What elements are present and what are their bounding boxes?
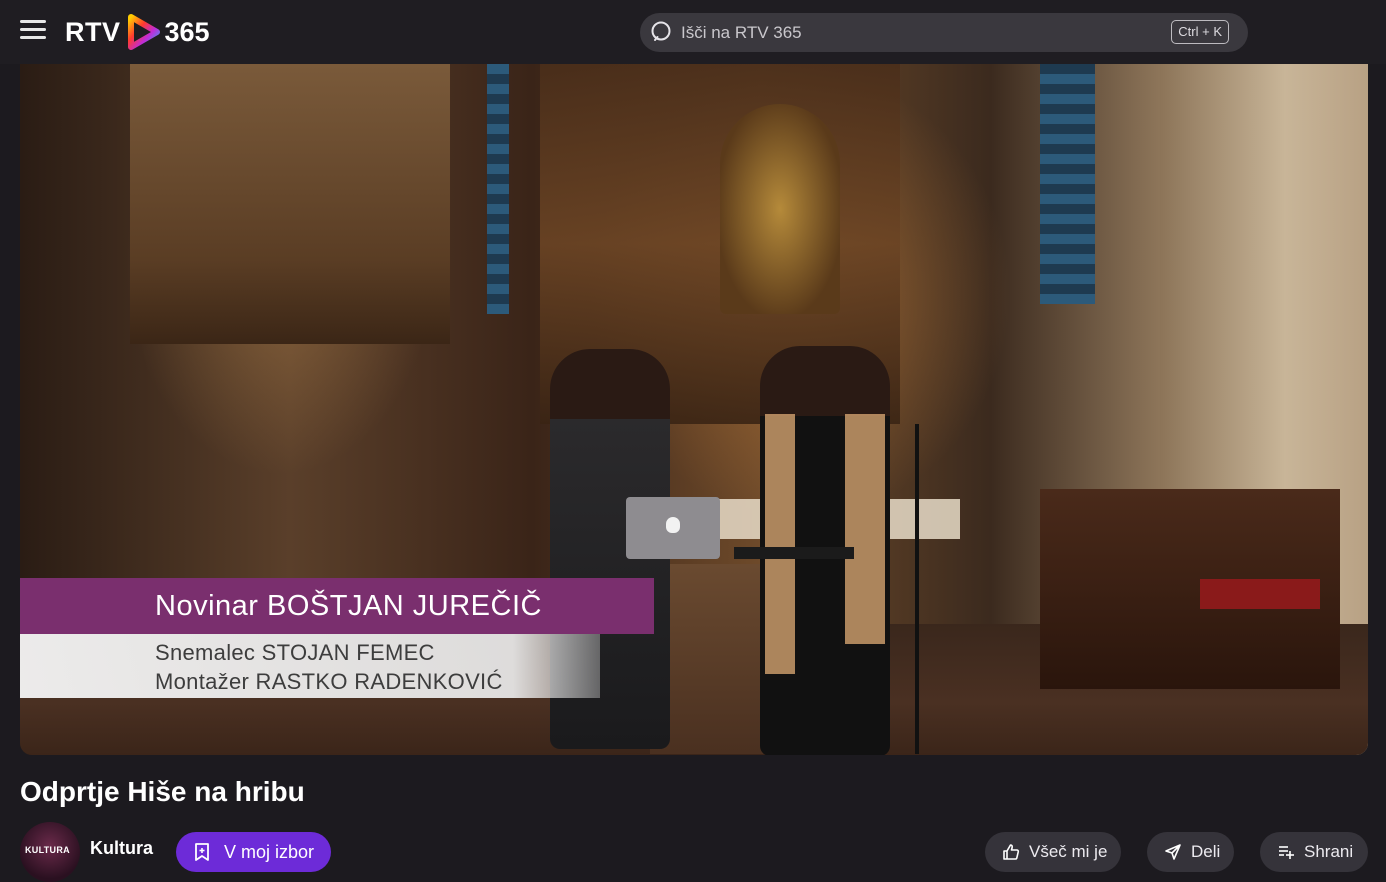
scene-scarf-right [845,414,885,644]
video-player[interactable]: Novinar BOŠTJAN JUREČIČ Snemalec STOJAN … [20,64,1368,755]
hamburger-menu-icon[interactable] [20,20,46,42]
like-button[interactable]: Všeč mi je [985,832,1121,872]
apple-logo-icon [666,517,680,533]
lower-third-line1: Novinar BOŠTJAN JUREČIČ [155,590,542,622]
lower-third-credits: Snemalec STOJAN FEMEC Montažer RASTKO RA… [20,634,600,698]
add-to-my-list-label: V moj izbor [224,841,315,862]
channel-name[interactable]: Kultura [90,838,153,859]
add-to-my-list-button[interactable]: V moj izbor [176,832,331,872]
scene-pew-cushion [1200,579,1320,609]
channel-avatar-text: KULTURA [25,845,70,855]
search-icon [651,21,671,41]
scene-mic-stand [915,424,919,754]
save-label: Shrani [1304,842,1354,861]
top-bar: RTV 365 Išči na RTV 365 Ctrl + K [0,0,1386,64]
lower-third-line3: Montažer RASTKO RADENKOVIĆ [155,669,503,694]
scene-laptop [626,497,720,559]
logo-text-rtv: RTV [65,16,121,47]
search-input[interactable]: Išči na RTV 365 Ctrl + K [640,13,1248,52]
scene-altar-centre [720,104,840,314]
channel-avatar[interactable]: KULTURA [20,822,80,882]
scene-scarf-left [765,414,795,674]
lower-third-line2: Snemalec STOJAN FEMEC [155,640,435,665]
share-button[interactable]: Deli [1147,832,1234,872]
scene-window-right [1040,64,1095,304]
lower-third-title: Novinar BOŠTJAN JUREČIČ [20,578,654,634]
video-title: Odprtje Hiše na hribu [20,776,305,807]
rtv365-logo[interactable]: RTV 365 [65,12,210,52]
scene-keyboard [734,547,854,559]
play-logo-icon [127,14,160,50]
scene-window-left [487,64,509,314]
share-label: Deli [1191,842,1221,861]
logo-text-365: 365 [164,16,210,47]
thumbs-up-icon [1003,844,1020,860]
like-label: Všeč mi je [1029,842,1108,861]
search-placeholder: Išči na RTV 365 [681,23,802,42]
search-shortcut-badge: Ctrl + K [1171,20,1229,44]
save-button[interactable]: Shrani [1260,832,1368,872]
scene-pulpit [130,64,450,344]
playlist-add-icon [1279,846,1294,859]
bookmark-plus-icon [195,843,209,861]
share-send-icon [1165,844,1181,860]
